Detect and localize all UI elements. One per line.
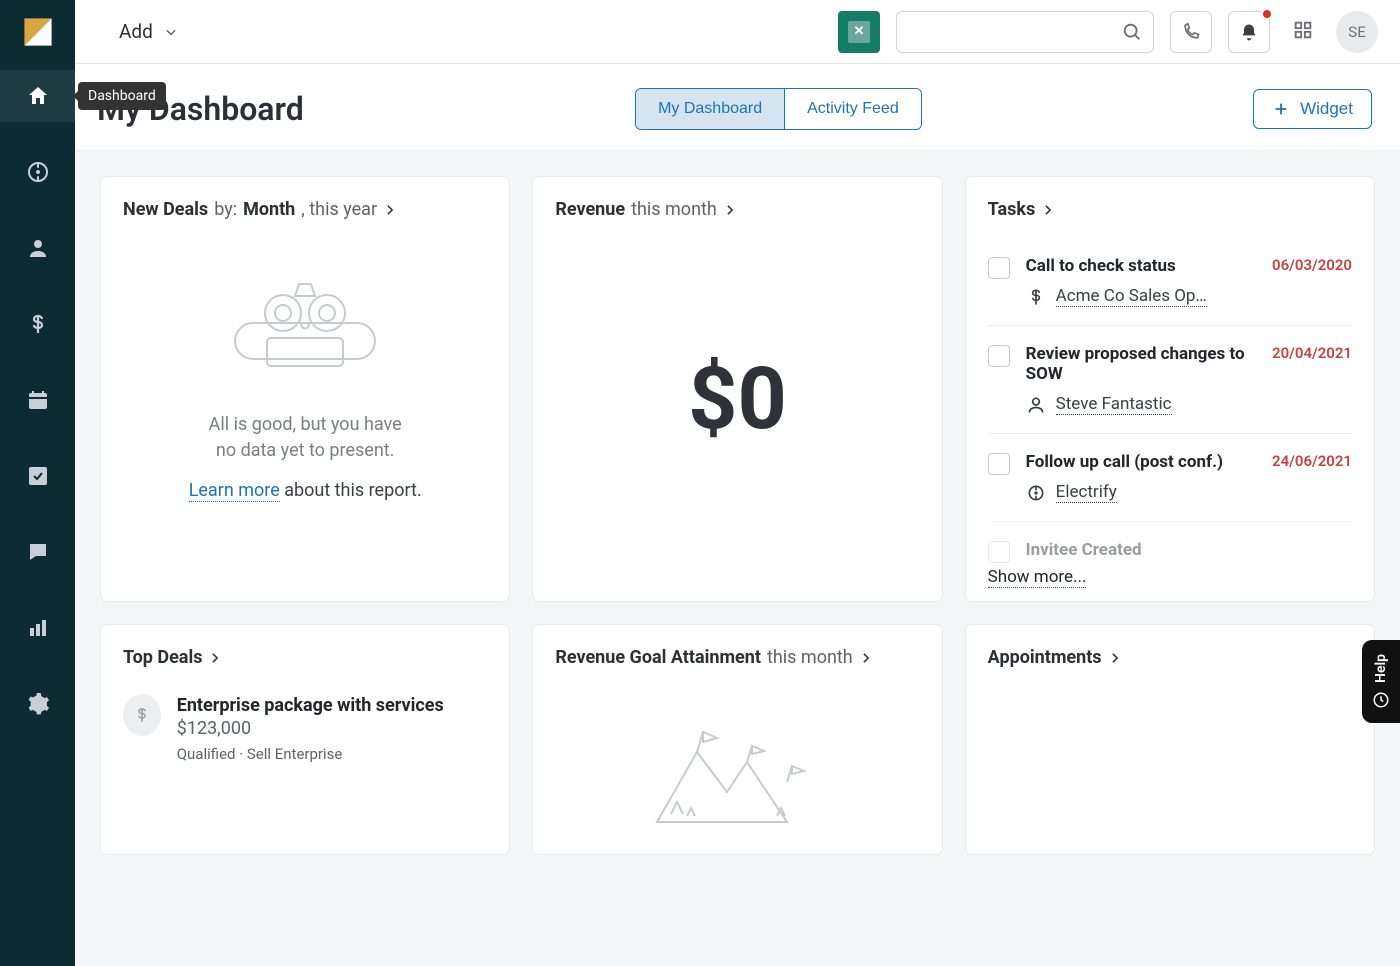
nav-contacts[interactable]: [0, 222, 75, 274]
binoculars-illustration-icon: [205, 268, 405, 388]
task-row: Invitee Created: [988, 521, 1352, 567]
nav-dashboard[interactable]: Dashboard: [0, 70, 75, 122]
search-icon: [1121, 21, 1143, 43]
bars-icon: [26, 616, 50, 640]
task-related-link[interactable]: Electrify: [1056, 482, 1117, 503]
dollar-avatar-icon: [123, 694, 161, 736]
home-icon: [26, 84, 50, 108]
bell-icon: [1239, 22, 1259, 42]
target-icon: [26, 160, 50, 184]
nav-settings[interactable]: [0, 678, 75, 730]
task-row: Follow up call (post conf.)24/06/2021 El…: [988, 433, 1352, 521]
add-label: Add: [119, 20, 153, 43]
chevron-right-icon: [723, 203, 737, 217]
task-row: Call to check status06/03/2020 Acme Co S…: [988, 238, 1352, 325]
chevron-right-icon: [208, 651, 222, 665]
phone-icon: [1181, 22, 1201, 42]
page-header: My Dashboard My Dashboard Activity Feed …: [75, 64, 1400, 151]
close-icon: ✕: [848, 21, 870, 43]
card-header-revenue[interactable]: Revenue this month: [555, 199, 919, 220]
card-header-new-deals[interactable]: New Deals by: Month, this year: [123, 199, 487, 220]
search-input[interactable]: [896, 11, 1154, 53]
task-date: 20/04/2021: [1272, 344, 1352, 362]
card-header-tasks[interactable]: Tasks: [988, 199, 1352, 220]
help-icon: [1372, 691, 1390, 709]
dollar-icon: [1026, 287, 1046, 307]
task-date: 24/06/2021: [1272, 452, 1352, 470]
tab-my-dashboard[interactable]: My Dashboard: [636, 89, 784, 129]
help-label: Help: [1373, 654, 1389, 683]
deal-meta: Qualified · Sell Enterprise: [177, 745, 488, 763]
chevron-right-icon: [1041, 203, 1055, 217]
nav-calendar[interactable]: [0, 374, 75, 426]
task-checkbox[interactable]: [988, 453, 1010, 475]
widget-label: Widget: [1300, 99, 1353, 119]
card-revenue-goal: Revenue Goal Attainment this month: [533, 625, 941, 854]
person-icon: [26, 236, 50, 260]
revenue-value: $0: [555, 238, 919, 569]
chevron-right-icon: [383, 203, 397, 217]
chevron-down-icon: [163, 24, 179, 40]
card-appointments: Appointments: [966, 625, 1374, 854]
notification-dot-icon: [1261, 8, 1273, 20]
task-checkbox[interactable]: [988, 345, 1010, 367]
chat-icon: [26, 540, 50, 564]
topbar: Add ✕ SE: [75, 0, 1400, 64]
dollar-icon: [26, 312, 50, 336]
learn-more-link[interactable]: Learn more: [189, 480, 280, 502]
check-square-icon: [26, 464, 50, 488]
add-widget-button[interactable]: Widget: [1253, 89, 1372, 129]
empty-state: All is good, but you have no data yet to…: [123, 238, 487, 514]
mountains-illustration-icon: [555, 686, 919, 832]
deal-row[interactable]: Enterprise package with services $123,00…: [123, 686, 487, 763]
target-icon: [1026, 483, 1046, 503]
card-header-top-deals[interactable]: Top Deals: [123, 647, 487, 668]
dashboard-grid: New Deals by: Month, this year: [75, 151, 1400, 966]
avatar-initials: SE: [1348, 23, 1365, 41]
card-top-deals: Top Deals Enterprise package with servic…: [101, 625, 509, 854]
add-button[interactable]: Add: [119, 20, 179, 43]
nav-deals[interactable]: [0, 298, 75, 350]
task-related-link[interactable]: Acme Co Sales Op…: [1056, 286, 1207, 307]
task-related-link[interactable]: Steve Fantastic: [1056, 394, 1172, 415]
deal-amount: $123,000: [177, 718, 251, 739]
view-toggle: My Dashboard Activity Feed: [635, 88, 922, 130]
apps-button[interactable]: [1286, 19, 1320, 45]
plus-icon: [1272, 100, 1290, 118]
card-revenue: Revenue this month $0: [533, 177, 941, 601]
chevron-right-icon: [859, 651, 873, 665]
task-checkbox[interactable]: [988, 541, 1010, 563]
calendar-icon: [26, 388, 50, 412]
person-icon: [1026, 395, 1046, 415]
brand-logo[interactable]: [0, 0, 75, 64]
tab-activity-feed[interactable]: Activity Feed: [784, 89, 921, 129]
nav-communication[interactable]: [0, 526, 75, 578]
task-row: Review proposed changes to SOW20/04/2021…: [988, 325, 1352, 433]
nav-tasks[interactable]: [0, 450, 75, 502]
show-more-link[interactable]: Show more...: [988, 567, 1087, 588]
chevron-right-icon: [1108, 651, 1122, 665]
call-button[interactable]: [1170, 11, 1212, 53]
nav-reports[interactable]: [0, 602, 75, 654]
help-tab[interactable]: Help: [1362, 640, 1400, 723]
nav-tooltip: Dashboard: [78, 82, 166, 110]
card-header-revenue-goal[interactable]: Revenue Goal Attainment this month: [555, 647, 919, 668]
gear-icon: [26, 692, 50, 716]
grid-icon: [1292, 19, 1314, 41]
card-new-deals: New Deals by: Month, this year: [101, 177, 509, 601]
avatar[interactable]: SE: [1336, 11, 1378, 53]
notifications-button[interactable]: [1228, 11, 1270, 53]
card-tasks: Tasks Call to check status06/03/2020 Acm…: [966, 177, 1374, 601]
task-checkbox[interactable]: [988, 257, 1010, 279]
task-date: 06/03/2020: [1272, 256, 1352, 274]
nav-leads[interactable]: [0, 146, 75, 198]
card-header-appointments[interactable]: Appointments: [988, 647, 1352, 668]
pinned-app[interactable]: ✕: [838, 11, 880, 53]
sidebar: Dashboard: [0, 0, 75, 966]
